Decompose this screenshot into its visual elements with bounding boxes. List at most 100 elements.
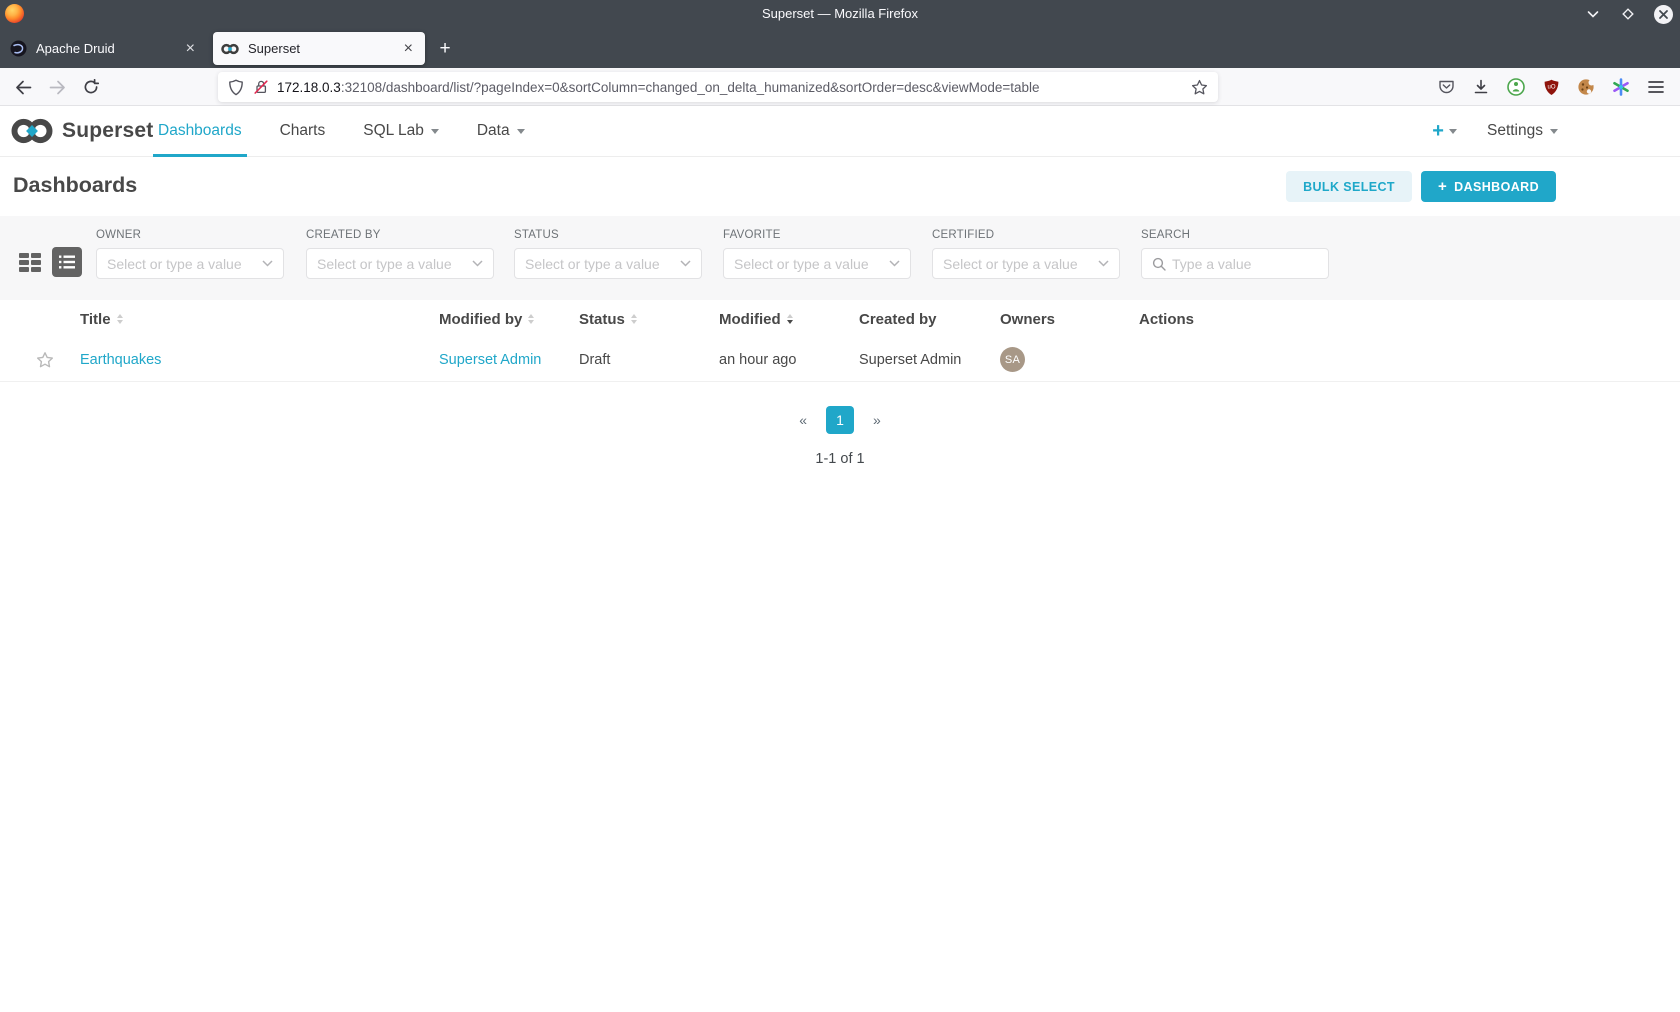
- filter-status: STATUS: [514, 229, 702, 279]
- tracking-protection-shield-icon[interactable]: [228, 79, 244, 96]
- list-icon: [59, 255, 75, 269]
- chevron-down-icon: [1550, 128, 1558, 134]
- grid-icon: [19, 252, 41, 272]
- next-page-button[interactable]: »: [869, 412, 885, 428]
- filter-label: OWNER: [96, 229, 142, 241]
- status-select[interactable]: [514, 248, 702, 279]
- certified-select-input[interactable]: [943, 255, 1092, 272]
- extension-privacy-icon[interactable]: [1501, 72, 1531, 102]
- column-header-owners: Owners: [1000, 311, 1139, 328]
- created-by-select[interactable]: [306, 248, 494, 279]
- extension-asterisk-icon[interactable]: [1606, 72, 1636, 102]
- bookmark-star-icon[interactable]: [1191, 79, 1208, 96]
- table-header-row: Title Modified by Status Modified Create…: [0, 300, 1680, 338]
- insecure-lock-icon[interactable]: [253, 79, 269, 95]
- add-dashboard-button[interactable]: + DASHBOARD: [1420, 171, 1556, 202]
- favorite-select-input[interactable]: [734, 255, 883, 272]
- extension-ublock-icon[interactable]: uO: [1536, 72, 1566, 102]
- dashboard-title-link[interactable]: Earthquakes: [80, 352, 161, 368]
- search-input[interactable]: [1172, 255, 1318, 272]
- list-view-toggle[interactable]: [52, 247, 82, 277]
- new-tab-button[interactable]: +: [432, 36, 458, 62]
- column-header-modified[interactable]: Modified: [719, 311, 859, 328]
- superset-logo[interactable]: Superset: [11, 106, 153, 156]
- nav-item-sql-lab[interactable]: SQL Lab: [344, 106, 458, 156]
- superset-logo-icon: [11, 118, 53, 144]
- hamburger-menu-icon[interactable]: [1641, 72, 1671, 102]
- search-icon: [1152, 257, 1166, 271]
- header-buttons: BULK SELECT + DASHBOARD: [1286, 171, 1556, 202]
- toolbar-right-icons: uO: [1431, 72, 1671, 102]
- nav-label: Charts: [279, 122, 326, 139]
- nav-item-data[interactable]: Data: [458, 106, 544, 156]
- tab-superset[interactable]: Superset ×: [213, 32, 425, 65]
- owner-avatar: SA: [1000, 347, 1025, 372]
- table-row: Earthquakes Superset Admin Draft an hour…: [0, 338, 1680, 382]
- status-select-input[interactable]: [525, 255, 674, 272]
- column-label: Actions: [1139, 310, 1195, 328]
- window-close-icon[interactable]: [1652, 3, 1674, 25]
- window-minimize-icon[interactable]: [1582, 3, 1604, 25]
- owner-select-input[interactable]: [107, 255, 256, 272]
- superset-navbar: Superset Dashboards Charts SQL Lab Data …: [0, 106, 1680, 157]
- settings-menu[interactable]: Settings: [1487, 122, 1558, 140]
- filter-search: SEARCH: [1141, 229, 1329, 279]
- certified-select[interactable]: [932, 248, 1120, 279]
- owner-select[interactable]: [96, 248, 284, 279]
- filter-label: CREATED BY: [306, 229, 381, 241]
- column-header-title[interactable]: Title: [80, 311, 439, 328]
- extension-cookie-icon[interactable]: [1571, 72, 1601, 102]
- column-header-status[interactable]: Status: [579, 311, 719, 328]
- chevron-down-icon: [430, 128, 439, 134]
- current-page-button[interactable]: 1: [826, 406, 854, 434]
- tab-close-icon[interactable]: ×: [182, 40, 199, 58]
- chevron-down-icon: [262, 260, 273, 267]
- url-text: 172.18.0.3:32108/dashboard/list/?pageInd…: [277, 80, 1191, 95]
- page-header: Dashboards BULK SELECT + DASHBOARD: [0, 157, 1680, 216]
- filter-bar: OWNER CREATED BY STATUS FAVORITE CERTIFI…: [0, 216, 1680, 300]
- downloads-icon[interactable]: [1466, 72, 1496, 102]
- sort-desc-icon: [786, 314, 793, 324]
- created-by-select-input[interactable]: [317, 255, 466, 272]
- url-bar[interactable]: 172.18.0.3:32108/dashboard/list/?pageInd…: [218, 72, 1218, 102]
- nav-label: SQL Lab: [363, 122, 424, 139]
- column-header-actions: Actions: [1139, 311, 1680, 328]
- card-view-toggle[interactable]: [17, 249, 43, 275]
- column-header-created-by: Created by: [859, 311, 1000, 328]
- new-item-menu[interactable]: +: [1432, 121, 1457, 141]
- filter-created-by: CREATED BY: [306, 229, 494, 279]
- window-maximize-icon[interactable]: [1617, 3, 1639, 25]
- back-button[interactable]: [8, 72, 38, 102]
- browser-toolbar: 172.18.0.3:32108/dashboard/list/?pageInd…: [0, 68, 1680, 106]
- tab-close-icon[interactable]: ×: [400, 40, 417, 58]
- chevron-down-icon: [1448, 128, 1457, 134]
- reload-button[interactable]: [76, 72, 106, 102]
- modified-by-link[interactable]: Superset Admin: [439, 352, 541, 368]
- tab-label: Superset: [248, 41, 301, 56]
- tab-apache-druid[interactable]: Apache Druid ×: [2, 32, 207, 65]
- bulk-select-button[interactable]: BULK SELECT: [1286, 171, 1412, 202]
- tab-label: Apache Druid: [36, 41, 115, 56]
- dashboards-table: Title Modified by Status Modified Create…: [0, 300, 1680, 382]
- favorite-select[interactable]: [723, 248, 911, 279]
- sort-icon: [630, 314, 637, 324]
- search-box[interactable]: [1141, 248, 1329, 279]
- favorite-star-icon[interactable]: [0, 351, 80, 369]
- created-by-cell: Superset Admin: [859, 351, 962, 368]
- forward-button[interactable]: [42, 72, 72, 102]
- column-header-modified-by[interactable]: Modified by: [439, 311, 579, 328]
- nav-item-charts[interactable]: Charts: [261, 106, 345, 156]
- settings-label: Settings: [1486, 122, 1543, 139]
- sort-icon: [116, 314, 123, 324]
- previous-page-button[interactable]: «: [795, 412, 811, 428]
- window-titlebar: Superset — Mozilla Firefox: [0, 0, 1680, 28]
- column-label: Status: [579, 310, 625, 328]
- pocket-icon[interactable]: [1431, 72, 1461, 102]
- status-cell: Draft: [579, 351, 611, 368]
- column-label: Title: [80, 310, 111, 328]
- nav-item-dashboards[interactable]: Dashboards: [139, 106, 261, 157]
- modified-cell: an hour ago: [719, 351, 797, 368]
- filter-owner: OWNER: [96, 229, 284, 279]
- plus-icon: +: [1437, 177, 1448, 195]
- filter-label: FAVORITE: [723, 229, 781, 241]
